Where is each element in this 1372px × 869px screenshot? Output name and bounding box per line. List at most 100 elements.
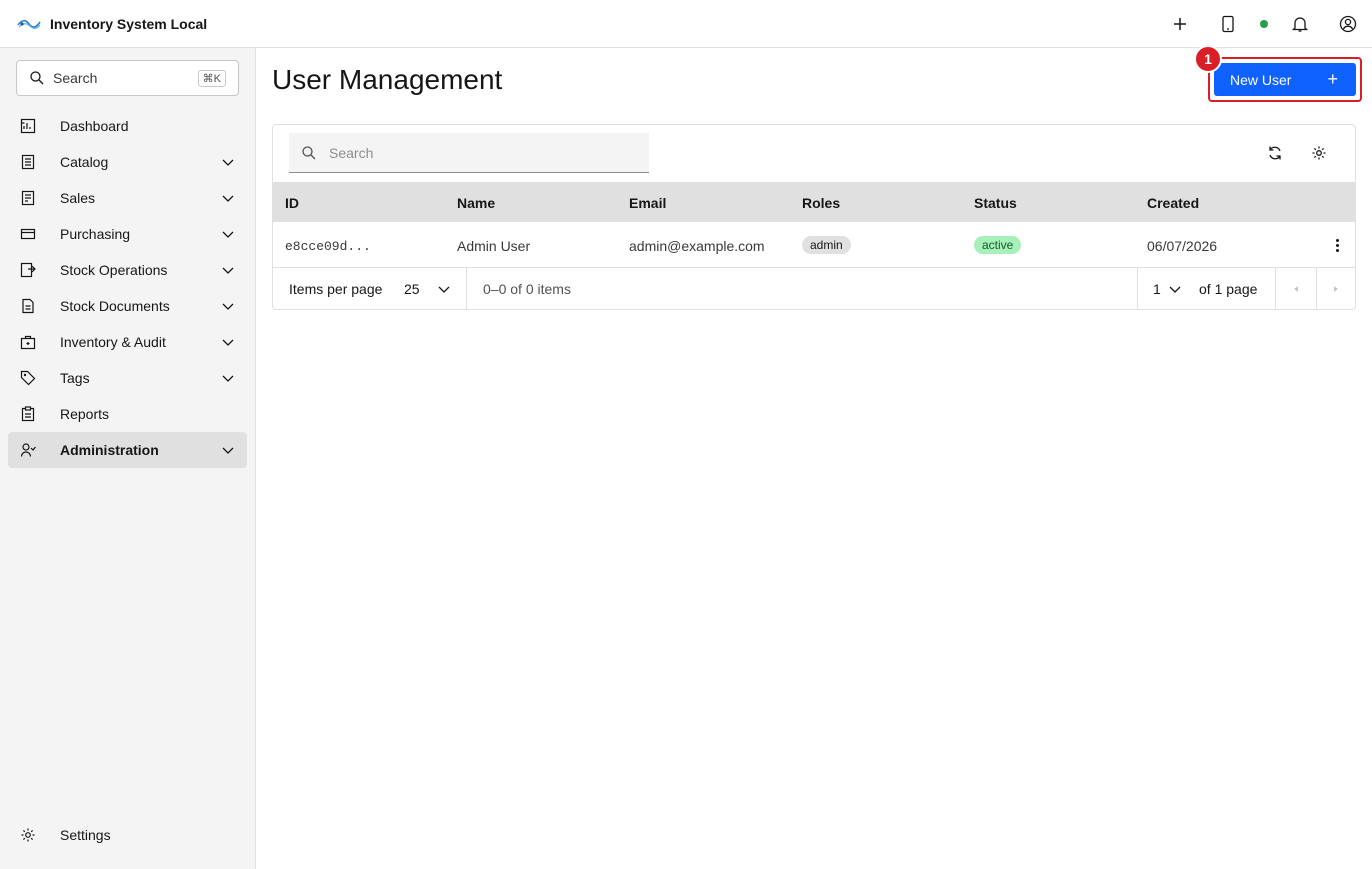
brand[interactable]: Inventory System Local [0, 15, 207, 33]
device-button[interactable] [1210, 0, 1246, 48]
sales-icon [21, 190, 35, 206]
main-content: User Management New User + 1 ID Name Ema… [256, 45, 1372, 869]
role-tag: admin [802, 236, 851, 254]
cell-id: e8cce09d... [285, 239, 371, 254]
sidebar-item-administration[interactable]: Administration [8, 432, 247, 468]
chevron-down-icon [222, 231, 234, 238]
column-header-created[interactable]: Created [1147, 195, 1199, 211]
sidebar-item-label: Tags [60, 370, 90, 386]
caret-left-icon [1294, 286, 1298, 292]
sidebar-item-dashboard[interactable]: Dashboard [8, 108, 247, 144]
search-icon [302, 145, 316, 159]
tablet-icon [1222, 15, 1234, 33]
sidebar-item-sales[interactable]: Sales [8, 180, 247, 216]
next-page-button[interactable] [1316, 268, 1355, 309]
pagination: Items per page 25 0–0 of 0 items 1 of 1 … [273, 268, 1355, 309]
sidebar-settings-label: Settings [60, 827, 111, 843]
status-badge: active [974, 236, 1022, 254]
top-header: Inventory System Local [0, 0, 1372, 48]
divider [1137, 268, 1138, 309]
gear-icon [1312, 146, 1326, 160]
table-row[interactable]: e8cce09d... Admin User admin@example.com… [273, 222, 1355, 268]
administration-icon [20, 443, 36, 457]
new-user-button[interactable]: New User + [1214, 63, 1356, 96]
divider [466, 268, 467, 309]
cell-email: admin@example.com [629, 238, 765, 254]
add-button[interactable] [1162, 0, 1198, 48]
chevron-down-icon [222, 375, 234, 382]
sidebar-item-label: Inventory & Audit [60, 334, 166, 350]
page-title: User Management [272, 64, 503, 95]
add-icon: + [1327, 69, 1338, 89]
sidebar-item-reports[interactable]: Reports [8, 396, 247, 432]
sidebar-item-stock-documents[interactable]: Stock Documents [8, 288, 247, 324]
table-header: ID Name Email Roles Status Created [273, 182, 1355, 222]
chevron-down-icon [222, 303, 234, 310]
sidebar-item-label: Reports [60, 406, 110, 422]
chevron-down-icon [222, 267, 234, 274]
items-per-page-label: Items per page [289, 281, 383, 297]
sidebar-item-label: Stock Operations [60, 262, 168, 278]
gear-icon [21, 828, 35, 842]
sidebar-item-label: Purchasing [60, 226, 131, 242]
tag-icon [20, 370, 36, 386]
sidebar-item-tags[interactable]: Tags [8, 360, 247, 396]
caret-right-icon [1334, 286, 1338, 292]
reports-icon [21, 406, 35, 422]
column-header-name[interactable]: Name [457, 195, 495, 211]
page-select[interactable]: 1 [1153, 281, 1161, 297]
stock-documents-icon [22, 298, 34, 314]
table-search[interactable] [289, 133, 649, 173]
chevron-down-icon[interactable] [1168, 282, 1182, 296]
sidebar-item-inventory-audit[interactable]: Inventory & Audit [8, 324, 247, 360]
previous-page-button[interactable] [1276, 268, 1316, 309]
sidebar-nav: Dashboard Catalog Sales Purchasing Stock… [8, 108, 247, 468]
sidebar-item-stock-operations[interactable]: Stock Operations [8, 252, 247, 288]
dashboard-icon [20, 118, 36, 134]
sidebar-item-label: Sales [60, 190, 96, 206]
refresh-icon [1269, 146, 1281, 160]
catalog-icon [21, 154, 35, 170]
sidebar: Search ⌘K Dashboard Catalog Sales Purcha… [0, 48, 256, 869]
column-header-id[interactable]: ID [285, 195, 299, 211]
user-menu-button[interactable] [1330, 0, 1366, 48]
sidebar-item-label: Stock Documents [60, 298, 170, 314]
brand-logo-icon [17, 19, 41, 29]
purchasing-icon [20, 228, 36, 240]
items-per-page-select[interactable]: 25 [404, 281, 420, 297]
row-overflow-menu-icon[interactable] [1329, 236, 1345, 254]
chevron-down-icon[interactable] [437, 282, 451, 296]
chevron-down-icon [222, 339, 234, 346]
add-icon [1174, 18, 1186, 30]
column-header-email[interactable]: Email [629, 195, 666, 211]
sidebar-item-label: Administration [60, 442, 159, 458]
search-icon [30, 71, 44, 85]
refresh-button[interactable] [1259, 137, 1291, 169]
sidebar-item-catalog[interactable]: Catalog [8, 144, 247, 180]
chevron-down-icon [222, 195, 234, 202]
table-settings-button[interactable] [1303, 137, 1335, 169]
chevron-down-icon [222, 447, 234, 454]
page-total-text: of 1 page [1199, 281, 1258, 297]
connection-status [1246, 0, 1282, 48]
column-header-roles[interactable]: Roles [802, 195, 840, 211]
sidebar-item-settings[interactable]: Settings [8, 817, 247, 853]
notification-icon [1291, 17, 1309, 32]
header-actions [1162, 0, 1372, 48]
column-header-status[interactable]: Status [974, 195, 1017, 211]
users-table: ID Name Email Roles Status Created e8cce… [272, 124, 1356, 310]
inventory-audit-icon [20, 335, 36, 350]
notifications-button[interactable] [1282, 0, 1318, 48]
items-range-text: 0–0 of 0 items [483, 281, 571, 297]
status-dot [1260, 20, 1268, 28]
chevron-down-icon [222, 159, 234, 166]
sidebar-search[interactable]: Search ⌘K [16, 60, 239, 96]
search-shortcut-badge: ⌘K [197, 69, 226, 87]
sidebar-item-purchasing[interactable]: Purchasing [8, 216, 247, 252]
user-avatar-icon [1339, 15, 1357, 33]
table-search-input[interactable] [329, 144, 629, 161]
table-toolbar [273, 125, 1355, 182]
stock-operations-icon [20, 262, 36, 278]
sidebar-item-label: Dashboard [60, 118, 129, 134]
annotation-badge: 1 [1194, 45, 1222, 73]
